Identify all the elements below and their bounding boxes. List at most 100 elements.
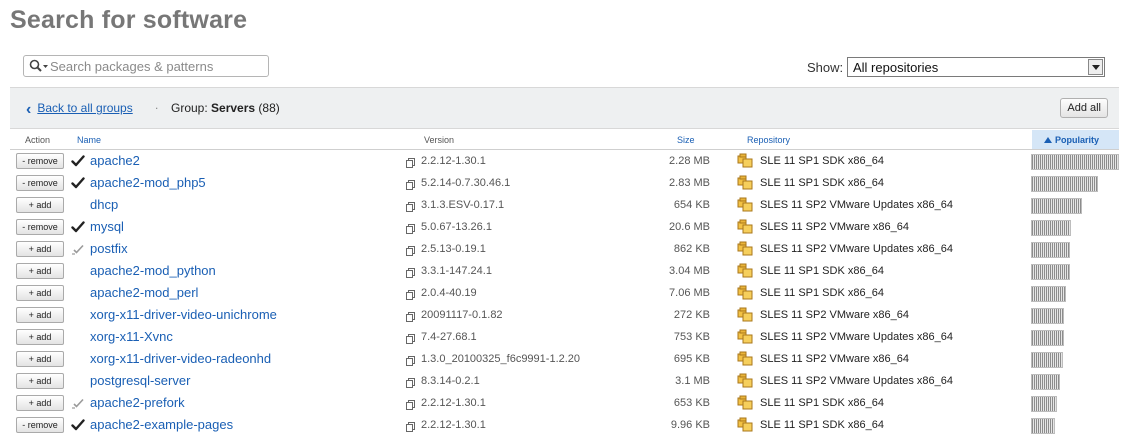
auto-selected-check-icon bbox=[71, 242, 85, 256]
remove-button[interactable]: - remove bbox=[16, 153, 64, 169]
versions-icon[interactable] bbox=[406, 177, 415, 190]
package-name-link[interactable]: postfix bbox=[90, 241, 128, 256]
table-row: + add dhcp 3.1.3.ESV-0.17.1 654 KB SLES 11 S… bbox=[10, 195, 1119, 217]
repository-icon bbox=[737, 373, 753, 389]
popularity-bar bbox=[1031, 286, 1066, 302]
package-name-link[interactable]: dhcp bbox=[90, 197, 118, 212]
package-version: 2.2.12-1.30.1 bbox=[421, 397, 486, 409]
installed-check-icon bbox=[71, 418, 85, 432]
versions-icon[interactable] bbox=[406, 397, 415, 410]
package-repository: SLE 11 SP1 SDK x86_64 bbox=[760, 265, 884, 277]
repository-icon bbox=[737, 329, 753, 345]
repository-icon bbox=[737, 285, 753, 301]
repository-icon bbox=[737, 197, 753, 213]
add-button[interactable]: + add bbox=[16, 395, 64, 411]
col-action: Action bbox=[25, 135, 51, 145]
versions-icon[interactable] bbox=[406, 375, 415, 388]
package-size: 695 KB bbox=[673, 353, 710, 365]
package-name-link[interactable]: xorg-x11-driver-video-radeonhd bbox=[90, 351, 271, 366]
repository-icon bbox=[737, 219, 753, 235]
col-popularity-label: Popularity bbox=[1055, 135, 1100, 145]
repository-icon bbox=[737, 307, 753, 323]
table-row: + add xorg-x11-driver-video-unichrome 2009… bbox=[10, 305, 1119, 327]
add-button[interactable]: + add bbox=[16, 373, 64, 389]
package-size: 9.96 KB bbox=[670, 419, 710, 431]
table-row: - remove apache2-mod_php5 5.2.14-0.7.30.46… bbox=[10, 173, 1119, 195]
package-name-link[interactable]: apache2-example-pages bbox=[90, 417, 233, 432]
group-count: (88) bbox=[258, 101, 280, 115]
versions-icon[interactable] bbox=[406, 287, 415, 300]
add-button[interactable]: + add bbox=[16, 241, 64, 257]
col-size[interactable]: Size bbox=[677, 135, 695, 145]
search-input[interactable] bbox=[50, 57, 260, 75]
package-name-link[interactable]: xorg-x11-Xvnc bbox=[90, 329, 173, 344]
popularity-bar bbox=[1031, 374, 1060, 390]
package-version: 5.2.14-0.7.30.46.1 bbox=[421, 177, 511, 189]
repository-select[interactable]: All repositories bbox=[847, 57, 1105, 77]
versions-icon[interactable] bbox=[406, 419, 415, 432]
repository-icon bbox=[737, 241, 753, 257]
dropdown-arrow-icon[interactable] bbox=[1088, 59, 1103, 75]
add-button[interactable]: + add bbox=[16, 329, 64, 345]
versions-icon[interactable] bbox=[406, 221, 415, 234]
back-to-groups-link[interactable]: ‹ Back to all groups bbox=[26, 101, 133, 119]
popularity-bar bbox=[1031, 330, 1064, 346]
repository-icon bbox=[737, 263, 753, 279]
package-repository: SLE 11 SP1 SDK x86_64 bbox=[760, 419, 884, 431]
package-name-link[interactable]: apache2-prefork bbox=[90, 395, 185, 410]
table-row: + add postfix 2.5.13-0.19.1 862 KB SLES 11 S… bbox=[10, 239, 1119, 261]
add-button[interactable]: + add bbox=[16, 285, 64, 301]
add-button[interactable]: + add bbox=[16, 263, 64, 279]
repository-icon bbox=[737, 417, 753, 433]
package-name-link[interactable]: apache2-mod_python bbox=[90, 263, 216, 278]
remove-button[interactable]: - remove bbox=[16, 219, 64, 235]
package-repository: SLE 11 SP1 SDK x86_64 bbox=[760, 287, 884, 299]
repository-select-value: All repositories bbox=[853, 60, 939, 75]
package-version: 2.0.4-40.19 bbox=[421, 287, 477, 299]
popularity-bar bbox=[1031, 176, 1098, 192]
group-name: Servers bbox=[211, 101, 256, 115]
repository-icon bbox=[737, 175, 753, 191]
package-repository: SLES 11 SP2 VMware Updates x86_64 bbox=[760, 375, 954, 387]
popularity-bar bbox=[1031, 308, 1064, 324]
versions-icon[interactable] bbox=[406, 265, 415, 278]
package-name-link[interactable]: xorg-x11-driver-video-unichrome bbox=[90, 307, 277, 322]
search-box[interactable] bbox=[23, 55, 269, 77]
package-repository: SLES 11 SP2 VMware Updates x86_64 bbox=[760, 199, 954, 211]
package-name-link[interactable]: postgresql-server bbox=[90, 373, 190, 388]
col-repository[interactable]: Repository bbox=[747, 135, 790, 145]
table-row: + add apache2-mod_perl 2.0.4-40.19 7.06 MB S… bbox=[10, 283, 1119, 305]
table-row: + add apache2-mod_python 3.3.1-147.24.1 3.0… bbox=[10, 261, 1119, 283]
package-name-link[interactable]: mysql bbox=[90, 219, 124, 234]
versions-icon[interactable] bbox=[406, 243, 415, 256]
versions-icon[interactable] bbox=[406, 199, 415, 212]
search-icon[interactable] bbox=[29, 59, 49, 78]
versions-icon[interactable] bbox=[406, 309, 415, 322]
package-name-link[interactable]: apache2-mod_php5 bbox=[90, 175, 206, 190]
versions-icon[interactable] bbox=[406, 331, 415, 344]
package-size: 272 KB bbox=[673, 309, 710, 321]
repository-icon bbox=[737, 351, 753, 367]
col-name[interactable]: Name bbox=[77, 135, 101, 145]
add-button[interactable]: + add bbox=[16, 351, 64, 367]
package-name-link[interactable]: apache2-mod_perl bbox=[90, 285, 198, 300]
package-size: 3.04 MB bbox=[669, 265, 710, 277]
auto-selected-check-icon bbox=[71, 396, 85, 410]
remove-button[interactable]: - remove bbox=[16, 175, 64, 191]
versions-icon[interactable] bbox=[406, 353, 415, 366]
add-button[interactable]: + add bbox=[16, 307, 64, 323]
versions-icon[interactable] bbox=[406, 155, 415, 168]
col-popularity[interactable]: Popularity bbox=[1032, 130, 1119, 149]
group-title: Group: Servers (88) bbox=[171, 101, 280, 115]
installed-check-icon bbox=[71, 176, 85, 190]
package-name-link[interactable]: apache2 bbox=[90, 153, 140, 168]
col-version: Version bbox=[424, 135, 455, 145]
group-bar: ‹ Back to all groups . Group: Servers (88… bbox=[10, 87, 1119, 129]
popularity-bar bbox=[1031, 264, 1070, 280]
remove-button[interactable]: - remove bbox=[16, 417, 64, 433]
add-button[interactable]: + add bbox=[16, 197, 64, 213]
package-repository: SLES 11 SP2 VMware x86_64 bbox=[760, 309, 909, 321]
add-all-button[interactable]: Add all bbox=[1060, 98, 1108, 118]
package-repository: SLES 11 SP2 VMware x86_64 bbox=[760, 353, 909, 365]
package-version: 2.2.12-1.30.1 bbox=[421, 419, 486, 431]
